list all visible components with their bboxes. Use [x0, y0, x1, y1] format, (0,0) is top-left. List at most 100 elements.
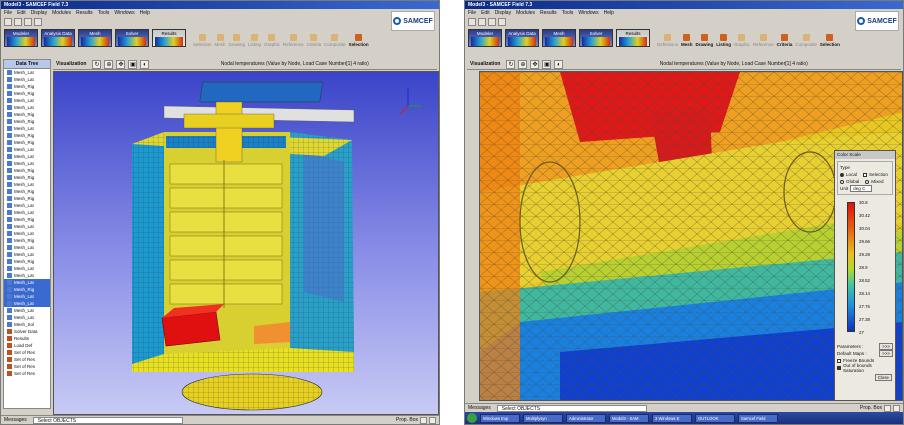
status-button-icon[interactable]: [884, 404, 891, 412]
tree-item[interactable]: Mesh_Lat: [4, 279, 50, 286]
menu-help[interactable]: Help: [604, 9, 614, 17]
tree-item[interactable]: Mesh_Lat: [4, 76, 50, 83]
new-file-icon[interactable]: [4, 18, 12, 26]
tree-item[interactable]: Mesh_Rig: [4, 139, 50, 146]
view-icon[interactable]: ◐: [554, 59, 564, 69]
tree-item[interactable]: Mesh_Lat: [4, 69, 50, 76]
tree-item-result[interactable]: Load Def: [4, 342, 50, 349]
module-solver[interactable]: Solver: [115, 29, 149, 47]
fit-icon[interactable]: ▣: [128, 59, 138, 69]
menu-display[interactable]: Display: [31, 9, 47, 17]
taskbar-button[interactable]: Windows Exp: [480, 413, 520, 423]
menu-edit[interactable]: Edit: [481, 9, 490, 17]
module-analysis-data[interactable]: Analysis Data: [505, 29, 539, 47]
local-radio[interactable]: [840, 172, 844, 177]
global-radio[interactable]: [840, 179, 844, 184]
tree-item[interactable]: Mesh_Rig: [4, 167, 50, 174]
menu-file[interactable]: File: [468, 9, 476, 17]
3d-viewport-closeup[interactable]: Color Scale Type Local Selection Global …: [479, 71, 903, 401]
action-criteria[interactable]: Criteria: [307, 34, 321, 47]
taskbar-button[interactable]: Samcef Field: [738, 413, 778, 423]
tree-item[interactable]: Mesh_Sol: [4, 321, 50, 328]
tree-item[interactable]: Mesh_Rig: [4, 195, 50, 202]
unit-select[interactable]: deg C: [850, 185, 873, 192]
action-mesh[interactable]: Mesh: [681, 34, 693, 47]
menu-results[interactable]: Results: [540, 9, 557, 17]
save-icon[interactable]: [488, 18, 496, 26]
action-drawing[interactable]: Drawing: [696, 34, 713, 47]
action-reference[interactable]: Reference: [753, 34, 774, 47]
tree-item[interactable]: Mesh_Lat: [4, 181, 50, 188]
tree-item[interactable]: Mesh_Lat: [4, 251, 50, 258]
status-button-icon[interactable]: [429, 416, 436, 424]
parameters-button[interactable]: >>>: [879, 343, 893, 350]
tree-item[interactable]: Mesh_Lat: [4, 265, 50, 272]
tree-item-result[interactable]: Set of Res: [4, 363, 50, 370]
menu-file[interactable]: File: [4, 9, 12, 17]
tree-item[interactable]: Mesh_Rig: [4, 286, 50, 293]
zoom-icon[interactable]: ⊕: [104, 59, 114, 69]
tree-item[interactable]: Mesh_Lat: [4, 300, 50, 307]
action-composite[interactable]: Composite: [324, 34, 346, 47]
pan-icon[interactable]: ✥: [530, 59, 540, 69]
pan-icon[interactable]: ✥: [116, 59, 126, 69]
menu-edit[interactable]: Edit: [17, 9, 26, 17]
action-selection[interactable]: Selection: [820, 34, 840, 47]
tree-item[interactable]: Mesh_Lat: [4, 244, 50, 251]
status-button-icon[interactable]: [893, 404, 900, 412]
new-file-icon[interactable]: [468, 18, 476, 26]
start-button-icon[interactable]: [467, 413, 477, 423]
tree-item[interactable]: Mesh_Rig: [4, 188, 50, 195]
menu-windows[interactable]: Windows: [578, 9, 598, 17]
tree-item[interactable]: Mesh_Rig: [4, 111, 50, 118]
action-reference[interactable]: Reference: [283, 34, 304, 47]
tree-item[interactable]: Mesh_Rig: [4, 174, 50, 181]
module-mesh[interactable]: Mesh: [542, 29, 576, 47]
tree-item-result[interactable]: Set of Res: [4, 349, 50, 356]
status-button-icon[interactable]: [420, 416, 427, 424]
view-icon[interactable]: ◐: [140, 59, 150, 69]
menu-display[interactable]: Display: [495, 9, 511, 17]
tree-item[interactable]: Mesh_Rig: [4, 118, 50, 125]
open-file-icon[interactable]: [478, 18, 486, 26]
module-modeler[interactable]: Modeler: [468, 29, 502, 47]
rotate-icon[interactable]: ↻: [92, 59, 102, 69]
tree-item[interactable]: Mesh_Lat: [4, 314, 50, 321]
taskbar-button[interactable]: 3 Windows E: [652, 413, 692, 423]
module-modeler[interactable]: Modeler: [4, 29, 38, 47]
action-listing[interactable]: Listing: [248, 34, 261, 47]
action-mesh[interactable]: Mesh: [215, 34, 226, 47]
tree-item[interactable]: Mesh_Lat: [4, 307, 50, 314]
action-graphic[interactable]: Graphic: [734, 34, 750, 47]
tree-item[interactable]: Mesh_Lat: [4, 202, 50, 209]
action-composite[interactable]: Composite: [795, 34, 817, 47]
tree-item[interactable]: Mesh_Rig: [4, 216, 50, 223]
tree-item-result[interactable]: Results: [4, 335, 50, 342]
tree-item[interactable]: Mesh_Lat: [4, 272, 50, 279]
rotate-icon[interactable]: ↻: [506, 59, 516, 69]
fit-icon[interactable]: ▣: [542, 59, 552, 69]
tree-item[interactable]: Mesh_Rig: [4, 90, 50, 97]
tree-item[interactable]: Mesh_Lat: [4, 293, 50, 300]
taskbar-button[interactable]: Administrator: [566, 413, 606, 423]
tree-item[interactable]: Mesh_Lat: [4, 125, 50, 132]
taskbar-button[interactable]: OUTLOOK: [695, 413, 735, 423]
action-graphic[interactable]: Graphic: [264, 34, 280, 47]
menu-modules[interactable]: Modules: [516, 9, 535, 17]
action-selection-a[interactable]: Selection: [193, 34, 212, 47]
menu-results[interactable]: Results: [76, 9, 93, 17]
default-maps-button[interactable]: >>>: [879, 350, 893, 357]
tree-item-result[interactable]: Set of Res: [4, 356, 50, 363]
action-criteria[interactable]: Criteria: [777, 34, 792, 47]
close-button[interactable]: Close: [874, 374, 892, 381]
tree-item[interactable]: Mesh_Rig: [4, 258, 50, 265]
menu-tools[interactable]: Tools: [98, 9, 110, 17]
mixed-radio[interactable]: [865, 179, 870, 184]
module-mesh[interactable]: Mesh: [78, 29, 112, 47]
print-icon[interactable]: [498, 18, 506, 26]
tree-item[interactable]: Mesh_Lat: [4, 160, 50, 167]
print-icon[interactable]: [34, 18, 42, 26]
tree-item[interactable]: Mesh_Lat: [4, 146, 50, 153]
action-definitions[interactable]: Definitions: [657, 34, 678, 47]
selection-checkbox[interactable]: [862, 172, 867, 177]
